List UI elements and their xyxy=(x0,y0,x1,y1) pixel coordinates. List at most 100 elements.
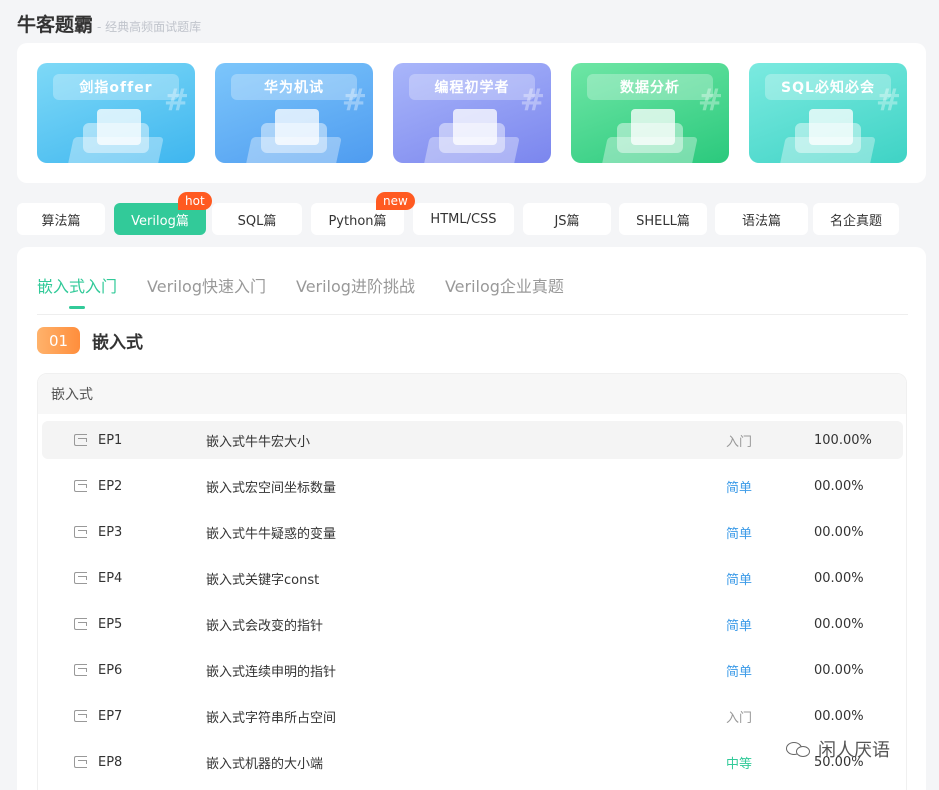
difficulty-label: 简单 xyxy=(726,526,753,542)
lang-tab-label: Verilog篇 xyxy=(131,213,189,229)
question-code: EP8 xyxy=(98,754,123,770)
pie-chart-icon xyxy=(631,109,675,145)
book-stack-icon xyxy=(809,109,853,145)
sub-tabs: 嵌入式入门 Verilog快速入门 Verilog进阶挑战 Verilog企业真题 xyxy=(37,273,594,309)
banner-label: 剑指offer xyxy=(53,74,179,100)
list-header: 嵌入式 xyxy=(38,374,906,414)
question-code: EP2 xyxy=(98,478,123,494)
banner-card[interactable]: 华为机试 # xyxy=(215,63,373,163)
question-title[interactable]: 嵌入式牛牛宏大小 xyxy=(206,431,310,450)
question-code: EP5 xyxy=(98,616,123,632)
hash-decoration: # xyxy=(163,83,189,118)
table-row[interactable]: EP3 嵌入式牛牛疑惑的变量 简单 00.00% xyxy=(42,513,903,551)
lang-tab-label: HTML/CSS xyxy=(430,211,497,227)
question-code: EP1 xyxy=(98,432,123,448)
page-header: 牛客题霸 - 经典高频面试题库 xyxy=(17,10,201,36)
lang-tab-label: JS篇 xyxy=(554,213,580,229)
lang-tab[interactable]: SQL篇 xyxy=(212,203,302,235)
pass-rate: 00.00% xyxy=(814,524,864,540)
banner-label: 数据分析 xyxy=(587,74,713,100)
lang-tab[interactable]: SHELL篇 xyxy=(619,203,707,235)
laptop-icon xyxy=(275,109,319,145)
lang-tab[interactable]: HTML/CSS xyxy=(413,203,514,235)
difficulty-label: 简单 xyxy=(726,618,753,634)
lang-tab-label: SHELL篇 xyxy=(636,213,690,229)
table-row[interactable]: EP5 嵌入式会改变的指针 简单 00.00% xyxy=(42,605,903,643)
lang-tab[interactable]: Verilog篇 hot xyxy=(114,192,212,235)
difficulty-label: 入门 xyxy=(726,434,753,450)
table-row[interactable]: EP4 嵌入式关键字const 简单 00.00% xyxy=(42,559,903,597)
banner-label: 华为机试 xyxy=(231,74,357,100)
question-title[interactable]: 嵌入式会改变的指针 xyxy=(206,615,323,634)
table-row[interactable]: EP1 嵌入式牛牛宏大小 入门 100.00% xyxy=(42,421,903,459)
question-title[interactable]: 嵌入式机器的大小端 xyxy=(206,753,323,772)
question-icon xyxy=(74,572,87,584)
question-list: 嵌入式 EP1 嵌入式牛牛宏大小 入门 100.00% EP2 嵌入式宏空间坐标数量 简单 0… xyxy=(37,373,907,790)
lang-tab[interactable]: 算法篇 xyxy=(17,203,105,235)
divider xyxy=(37,314,908,315)
table-row[interactable]: EP7 嵌入式字符串所占空间 入门 00.00% xyxy=(42,697,903,735)
active-tab-indicator xyxy=(69,306,85,309)
question-icon xyxy=(74,480,87,492)
lang-tab[interactable]: 语法篇 xyxy=(715,203,808,235)
watermark: 闲人厌语 xyxy=(786,736,890,762)
code-brackets-icon xyxy=(453,109,497,145)
content-panel: 嵌入式入门 Verilog快速入门 Verilog进阶挑战 Verilog企业真题 0… xyxy=(17,247,926,790)
banner-panel: 剑指offer # 华为机试 # 编程初学者 # 数据分析 # SQL必知必会 # xyxy=(17,43,926,183)
hash-decoration: # xyxy=(519,83,545,118)
lang-tab-label: SQL篇 xyxy=(237,213,277,229)
question-icon xyxy=(74,710,87,722)
banner-card[interactable]: 编程初学者 # xyxy=(393,63,551,163)
hash-decoration: # xyxy=(875,83,901,118)
difficulty-label: 简单 xyxy=(726,664,753,680)
lang-tab[interactable]: JS篇 xyxy=(523,203,611,235)
lang-tab-label: 名企真题 xyxy=(829,213,882,229)
lang-tab[interactable]: 名企真题 xyxy=(813,203,899,235)
pass-rate: 00.00% xyxy=(814,478,864,494)
question-title[interactable]: 嵌入式关键字const xyxy=(206,569,319,588)
question-title[interactable]: 嵌入式字符串所占空间 xyxy=(206,707,336,726)
section-header: 01 嵌入式 xyxy=(37,327,143,354)
hash-decoration: # xyxy=(697,83,723,118)
difficulty-label: 中等 xyxy=(726,756,753,772)
lang-tab[interactable]: Python篇 new xyxy=(311,192,415,235)
language-tabs: 算法篇 Verilog篇 hot SQL篇 Python篇 new HTML/CSS JS篇 S… xyxy=(17,192,926,235)
pass-rate: 00.00% xyxy=(814,708,864,724)
section-number-badge: 01 xyxy=(37,327,80,354)
sub-tab[interactable]: 嵌入式入门 xyxy=(37,273,117,309)
brand-tagline: - 经典高频面试题库 xyxy=(97,20,202,34)
pass-rate: 00.00% xyxy=(814,570,864,586)
question-code: EP4 xyxy=(98,570,123,586)
pass-rate: 100.00% xyxy=(814,432,872,448)
lang-tab-label: Python篇 xyxy=(328,213,387,229)
table-row[interactable]: EP2 嵌入式宏空间坐标数量 简单 00.00% xyxy=(42,467,903,505)
question-title[interactable]: 嵌入式宏空间坐标数量 xyxy=(206,477,336,496)
question-icon xyxy=(74,618,87,630)
difficulty-label: 简单 xyxy=(726,572,753,588)
pass-rate: 00.00% xyxy=(814,662,864,678)
sub-tab[interactable]: Verilog企业真题 xyxy=(445,273,564,297)
banner-label: SQL必知必会 xyxy=(765,74,891,100)
tab-badge: hot xyxy=(178,192,212,210)
brand-title: 牛客题霸 xyxy=(17,14,94,36)
question-title[interactable]: 嵌入式连续申明的指针 xyxy=(206,661,336,680)
banner-card[interactable]: SQL必知必会 # xyxy=(749,63,907,163)
question-title[interactable]: 嵌入式牛牛疑惑的变量 xyxy=(206,523,336,542)
question-code: EP3 xyxy=(98,524,123,540)
question-icon xyxy=(74,434,87,446)
question-icon xyxy=(74,526,87,538)
question-icon xyxy=(74,664,87,676)
banner-card[interactable]: 剑指offer # xyxy=(37,63,195,163)
table-row[interactable]: EP8 嵌入式机器的大小端 中等 50.00% xyxy=(42,743,903,781)
section-title: 嵌入式 xyxy=(92,333,143,353)
wechat-icon xyxy=(786,740,812,758)
hash-decoration: # xyxy=(341,83,367,118)
tab-badge: new xyxy=(376,192,415,210)
banner-card[interactable]: 数据分析 # xyxy=(571,63,729,163)
lang-tab-label: 语法篇 xyxy=(741,213,781,229)
sub-tab[interactable]: Verilog进阶挑战 xyxy=(296,273,415,297)
difficulty-label: 简单 xyxy=(726,480,753,496)
table-row[interactable]: EP6 嵌入式连续申明的指针 简单 00.00% xyxy=(42,651,903,689)
sub-tab[interactable]: Verilog快速入门 xyxy=(147,273,266,297)
difficulty-label: 入门 xyxy=(726,710,753,726)
